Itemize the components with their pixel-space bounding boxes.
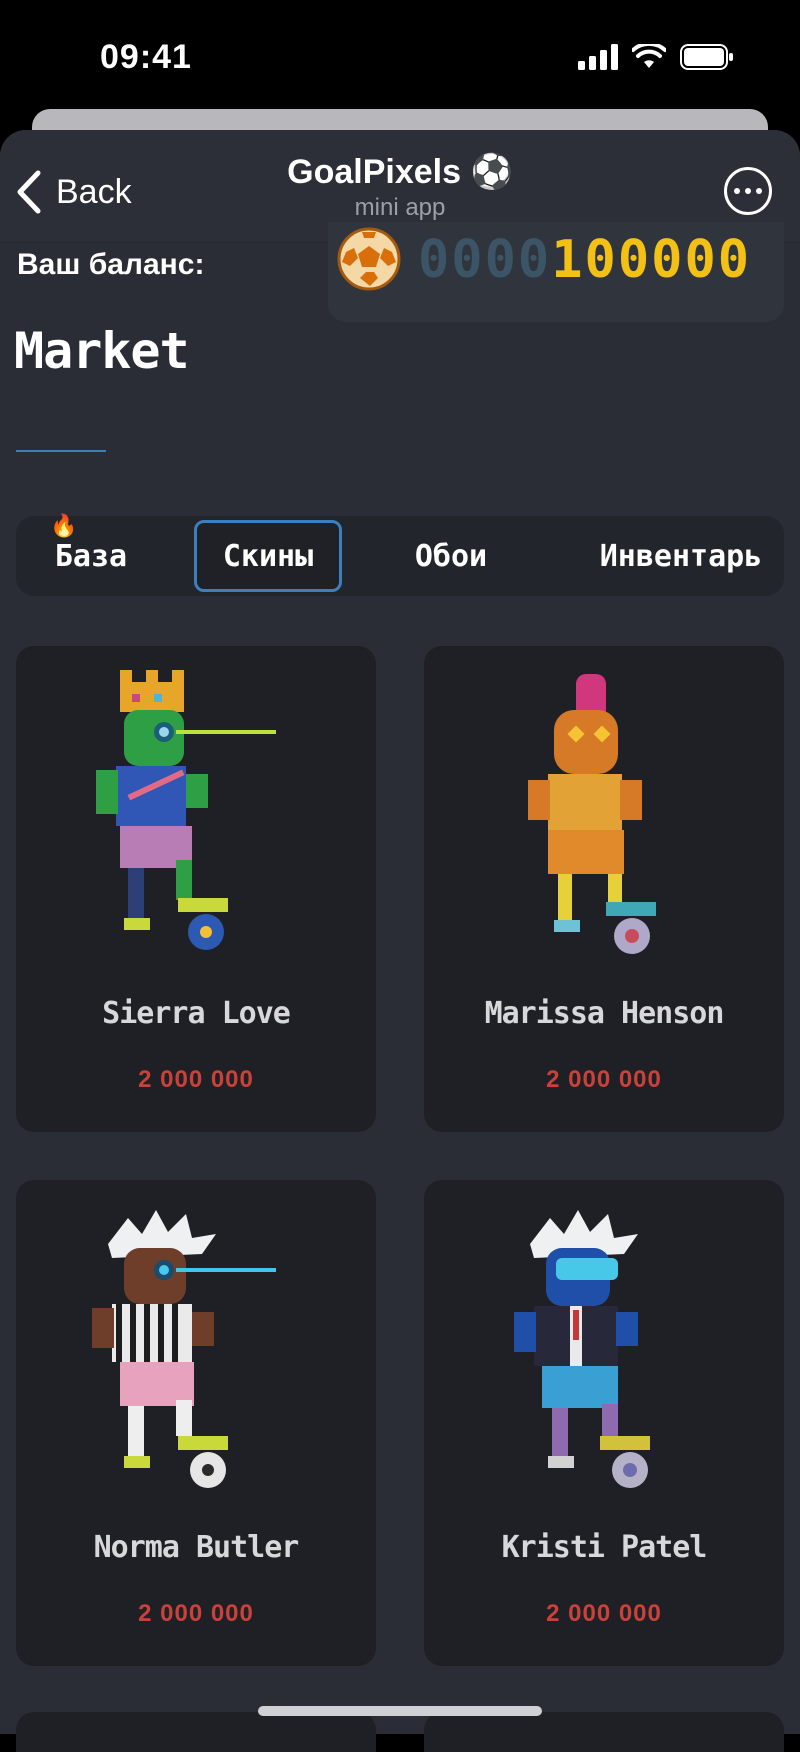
balance-digits-dim: 0000 — [418, 230, 552, 290]
skin-card-partial[interactable] — [424, 1712, 784, 1752]
tab-wallpapers[interactable]: Обои — [386, 520, 516, 592]
status-icons — [578, 44, 734, 70]
skin-name: Marissa Henson — [484, 996, 725, 1031]
skin-price: 2 000 000 — [138, 1066, 254, 1093]
balance-amount: 0000100000 — [418, 230, 751, 290]
skin-card-norma-butler[interactable]: Norma Butler 2 000 000 — [16, 1180, 376, 1666]
pixel-character-image — [96, 670, 276, 950]
tab-label: Инвентарь — [599, 538, 763, 574]
signal-icon — [578, 44, 618, 70]
skin-card-sierra-love[interactable]: Sierra Love 2 000 000 — [16, 646, 376, 1132]
tab-label: Скины — [222, 538, 314, 574]
tab-inventory[interactable]: Инвентарь — [588, 520, 774, 592]
balance-display: 0000100000 — [328, 222, 784, 322]
market-underline — [16, 450, 106, 452]
tab-baza[interactable]: 🔥 База — [26, 514, 156, 592]
wifi-icon — [632, 44, 666, 68]
app-title: GoalPixels ⚽ — [287, 153, 513, 191]
fire-icon: 🔥 — [50, 514, 78, 539]
skin-card-partial[interactable] — [16, 1712, 376, 1752]
tab-label: База — [54, 538, 128, 574]
pixel-character-image — [92, 1210, 276, 1488]
home-indicator — [258, 1706, 542, 1716]
pixel-character-image — [528, 674, 656, 954]
market-tabs: 🔥 База Скины Обои Инвентарь — [16, 514, 784, 596]
skin-card-marissa-henson[interactable]: Marissa Henson 2 000 000 — [424, 646, 784, 1132]
mini-app: Back GoalPixels ⚽ mini app Ваш баланс: 0… — [0, 130, 800, 1734]
skin-name: Norma Butler — [93, 1530, 300, 1565]
soccer-ball-icon — [337, 227, 401, 291]
tab-skins[interactable]: Скины — [194, 520, 342, 592]
balance-digits-active: 100000 — [551, 230, 752, 290]
market-title: Market — [14, 322, 190, 380]
pixel-character-image — [514, 1210, 650, 1488]
status-bar: 09:41 — [0, 0, 800, 115]
status-time: 09:41 — [100, 38, 192, 76]
skin-card-kristi-patel[interactable]: Kristi Patel 2 000 000 — [424, 1180, 784, 1666]
skin-price: 2 000 000 — [546, 1066, 662, 1093]
more-options-icon[interactable] — [724, 167, 772, 215]
skin-price: 2 000 000 — [138, 1600, 254, 1627]
skin-price: 2 000 000 — [546, 1600, 662, 1627]
battery-icon — [680, 44, 733, 70]
header-title-block: GoalPixels ⚽ mini app — [0, 152, 800, 222]
app-subtitle: mini app — [354, 194, 446, 221]
tab-label: Обои — [414, 538, 488, 574]
skin-name: Kristi Patel — [501, 1530, 708, 1565]
skin-name: Sierra Love — [102, 996, 291, 1031]
balance-label: Ваш баланс: — [17, 248, 205, 281]
